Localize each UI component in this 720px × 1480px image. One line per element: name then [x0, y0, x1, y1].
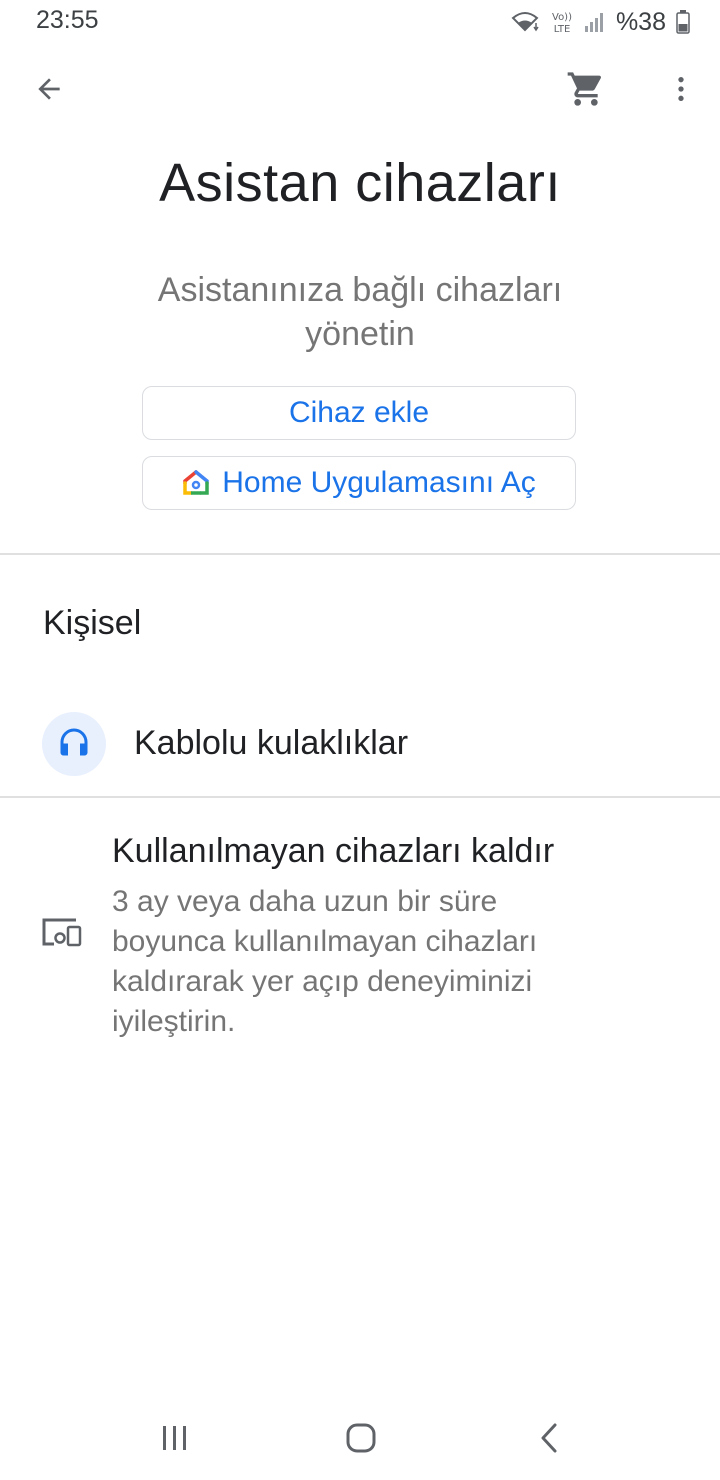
- wifi-icon: [510, 10, 540, 34]
- svg-text:Vo)): Vo)): [552, 12, 572, 23]
- status-time: 23:55: [36, 6, 99, 34]
- device-item-wired-headphones[interactable]: Kablolu kulaklıklar: [0, 700, 720, 792]
- battery-icon: [676, 10, 690, 34]
- section-title-personal: Kişisel: [43, 604, 142, 642]
- divider: [0, 553, 720, 555]
- more-vert-icon: [665, 73, 697, 110]
- status-icons: Vo)) LTE %38: [510, 8, 690, 36]
- home-button[interactable]: [321, 1410, 401, 1470]
- remove-unused-title: Kullanılmayan cihazları kaldır: [112, 832, 555, 870]
- headphones-icon: [56, 724, 92, 765]
- open-home-app-button[interactable]: Home Uygulamasını Aç: [142, 456, 576, 510]
- page-title: Asistan cihazları: [159, 153, 561, 213]
- recent-apps-button[interactable]: [135, 1410, 215, 1470]
- volte-lte-icon: Vo)) LTE: [550, 9, 574, 35]
- divider: [0, 796, 720, 798]
- page-subtitle: Asistanınıza bağlı cihazları yönetin: [157, 271, 563, 353]
- system-back-button[interactable]: [509, 1410, 589, 1470]
- devices-icon: [42, 916, 84, 948]
- device-avatar: [42, 712, 106, 776]
- recent-apps-icon: [160, 1424, 190, 1457]
- google-home-logo-icon: [182, 469, 210, 497]
- add-device-label: Cihaz ekle: [288, 396, 430, 429]
- open-home-app-label: Home Uygulamasını Aç: [222, 466, 536, 499]
- signal-icon: [584, 11, 606, 33]
- more-options-button[interactable]: [653, 63, 709, 119]
- remove-unused-description: 3 ay veya daha uzun bir süre boyunca kul…: [112, 885, 538, 1038]
- device-label: Kablolu kulaklıklar: [134, 724, 409, 762]
- home-icon: [345, 1422, 377, 1459]
- back-icon: [537, 1422, 561, 1459]
- svg-text:LTE: LTE: [554, 24, 571, 35]
- remove-unused-devices-item[interactable]: Kullanılmayan cihazları kaldır 3 ay veya…: [0, 820, 720, 1050]
- back-button[interactable]: [21, 63, 77, 119]
- add-device-button[interactable]: Cihaz ekle: [142, 386, 576, 440]
- shopping-cart-icon: [566, 69, 606, 114]
- arrow-back-icon: [33, 73, 65, 110]
- cart-button[interactable]: [558, 63, 614, 119]
- battery-percentage: %38: [615, 7, 666, 36]
